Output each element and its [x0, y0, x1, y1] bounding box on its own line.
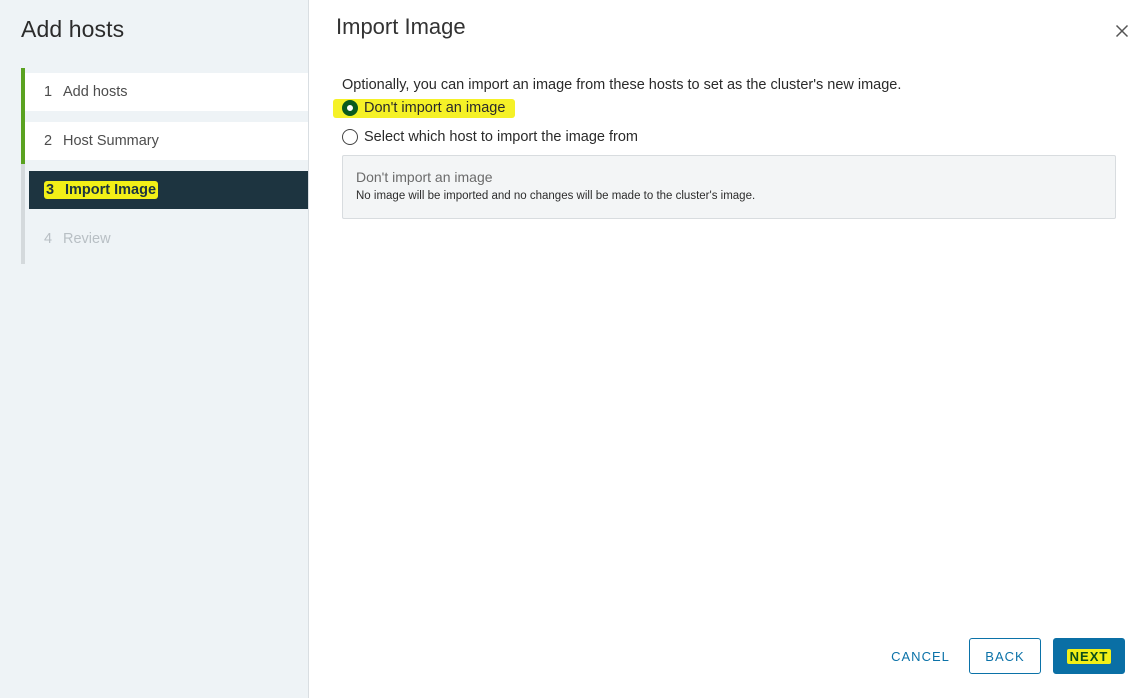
add-hosts-wizard: Add hosts 1 Add hosts 2 Host Summary 3 I… [0, 0, 1145, 698]
wizard-title: Add hosts [21, 16, 125, 42]
radio-selected-icon[interactable] [342, 100, 358, 116]
option-info-box: Don't import an image No image will be i… [342, 155, 1116, 219]
option-dont-import[interactable]: Don't import an image [333, 99, 516, 118]
next-button[interactable]: NEXT [1053, 638, 1125, 674]
step-label: Review [63, 231, 111, 247]
step-label: Import Image [65, 182, 157, 198]
cancel-button[interactable]: CANCEL [883, 638, 958, 674]
close-button[interactable] [1113, 22, 1131, 40]
back-button[interactable]: BACK [969, 638, 1041, 674]
option-highlight: Don't import an image [333, 99, 516, 118]
option-label: Select which host to import the image fr… [364, 129, 639, 145]
step-highlight: 3 Import Image [44, 181, 159, 199]
option-select-host[interactable]: Select which host to import the image fr… [342, 129, 638, 145]
wizard-content: Import Image Optionally, you can import … [310, 0, 1145, 698]
step-number: 3 [46, 182, 55, 198]
close-icon [1115, 24, 1129, 38]
option-label: Don't import an image [364, 100, 506, 116]
step-host-summary[interactable]: 2 Host Summary [25, 122, 308, 160]
step-add-hosts[interactable]: 1 Add hosts [25, 73, 308, 111]
step-number: 4 [44, 231, 53, 247]
step-list: 1 Add hosts 2 Host Summary 3 Import Imag… [21, 68, 308, 264]
step-number: 2 [44, 133, 53, 149]
radio-unselected-icon[interactable] [342, 129, 358, 145]
intro-text: Optionally, you can import an image from… [342, 77, 902, 93]
page-title: Import Image [336, 14, 466, 39]
info-title: Don't import an image [356, 169, 493, 185]
step-number: 1 [44, 84, 53, 100]
wizard-sidebar: Add hosts 1 Add hosts 2 Host Summary 3 I… [0, 0, 309, 698]
step-label: Host Summary [63, 133, 159, 149]
step-import-image[interactable]: 3 Import Image [29, 171, 308, 209]
step-review: 4 Review [25, 220, 308, 258]
next-button-label: NEXT [1066, 648, 1112, 664]
info-description: No image will be imported and no changes… [356, 190, 756, 202]
step-label: Add hosts [63, 84, 128, 100]
